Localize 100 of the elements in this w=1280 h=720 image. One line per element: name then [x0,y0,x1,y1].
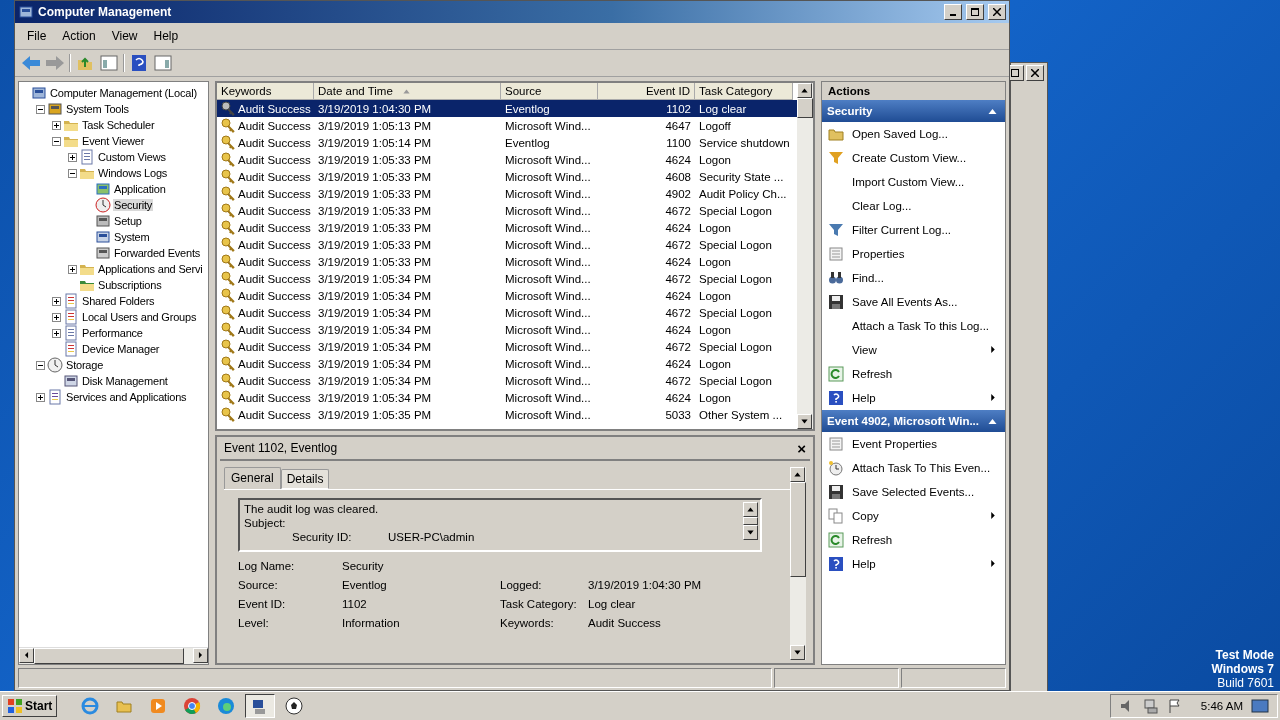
show-desktop-icon[interactable] [1251,698,1269,714]
event-row[interactable]: Audit Success 3/19/2019 1:05:33 PM Microsoft Wind... 4624 Logon [217,253,797,270]
clock[interactable]: 5:46 AM [1200,700,1243,712]
task-link[interactable]: Help [822,552,1005,576]
event-row[interactable]: Audit Success 3/19/2019 1:05:34 PM Microsoft Wind... 4624 Logon [217,389,797,406]
task-link[interactable]: Help [822,386,1005,410]
tree-item[interactable]: Storage [65,359,105,371]
event-row[interactable]: Audit Success 3/19/2019 1:05:34 PM Microsoft Wind... 4672 Special Logon [217,338,797,355]
scroll-arrow-button[interactable] [743,525,758,540]
task-link[interactable]: Refresh [822,528,1005,552]
scroll-arrow-button[interactable] [797,83,812,98]
column-header[interactable]: Keywords [217,83,314,100]
minimize-button[interactable] [944,4,962,20]
task-link[interactable]: Properties [822,242,1005,266]
tree-item[interactable]: Forwarded Events [113,247,202,259]
task-link[interactable]: Open Saved Log... [822,122,1005,146]
event-row[interactable]: Audit Success 3/19/2019 1:05:33 PM Microsoft Wind... 4608 Security State ... [217,168,797,185]
expand-toggle[interactable] [36,392,45,402]
scroll-arrow-button[interactable] [797,414,812,429]
tree-item[interactable]: Disk Management [81,375,169,387]
menu-item[interactable]: File [21,27,53,45]
expand-toggle[interactable] [52,296,61,306]
expand-toggle[interactable] [68,264,77,274]
tree-item[interactable]: Application [113,183,167,195]
collapse-toggle[interactable] [36,360,45,370]
tree-item[interactable]: Computer Management (Local) [49,87,198,99]
expand-toggle[interactable] [52,328,61,338]
tree-item[interactable]: System Tools [65,103,130,115]
event-row[interactable]: Audit Success 3/19/2019 1:05:33 PM Microsoft Wind... 4624 Logon [217,151,797,168]
event-row[interactable]: Audit Success 3/19/2019 1:05:33 PM Microsoft Wind... 4672 Special Logon [217,202,797,219]
message-box[interactable]: The audit log was cleared. Subject: Security ID: USER-PC\admin [238,498,762,552]
expand-toggle[interactable] [52,120,61,130]
event-row[interactable]: Audit Success 3/19/2019 1:05:33 PM Microsoft Wind... 4624 Logon [217,219,797,236]
column-header[interactable]: Task Category [695,83,793,100]
tree-item[interactable]: Task Scheduler [81,119,156,131]
network-icon[interactable] [1142,698,1159,714]
scrollbar-thumb[interactable] [790,482,806,577]
task-link[interactable]: Attach a Task To this Log... [822,314,1005,338]
event-row[interactable]: Audit Success 3/19/2019 1:04:30 PM Eventlog 1102 Log clear [217,100,797,117]
flag-icon[interactable] [1166,698,1183,714]
task-link[interactable]: Clear Log... [822,194,1005,218]
task-link[interactable]: Copy [822,504,1005,528]
event-row[interactable]: Audit Success 3/19/2019 1:05:34 PM Microsoft Wind... 4624 Logon [217,355,797,372]
event-row[interactable]: Audit Success 3/19/2019 1:05:34 PM Microsoft Wind... 4624 Logon [217,287,797,304]
tree-item[interactable]: Performance [81,327,144,339]
scroll-arrow-button[interactable] [790,467,805,482]
task-link[interactable]: Refresh [822,362,1005,386]
task-link[interactable]: Save Selected Events... [822,480,1005,504]
expand-toggle[interactable] [52,312,61,322]
collapse-toggle[interactable] [52,136,61,146]
maximize-button[interactable] [966,4,984,20]
menu-item[interactable]: Action [56,27,102,45]
event-row[interactable]: Audit Success 3/19/2019 1:05:33 PM Microsoft Wind... 4902 Audit Policy Ch... [217,185,797,202]
collapse-toggle[interactable] [36,104,45,114]
event-row[interactable]: Audit Success 3/19/2019 1:05:34 PM Microsoft Wind... 4672 Special Logon [217,372,797,389]
horizontal-scrollbar[interactable] [19,647,208,664]
event-row[interactable]: Audit Success 3/19/2019 1:05:35 PM Microsoft Wind... 5033 Other System ... [217,406,797,423]
tab[interactable]: General [224,467,281,489]
scroll-arrow-button[interactable] [743,502,758,517]
scrollbar-thumb[interactable] [34,648,184,664]
tree-item[interactable]: Device Manager [81,343,161,355]
section-header[interactable]: Security [822,100,1005,122]
vertical-scrollbar[interactable] [797,83,813,429]
tree-item[interactable]: Subscriptions [97,279,163,291]
task-link[interactable]: Filter Current Log... [822,218,1005,242]
vertical-scrollbar[interactable] [790,467,806,660]
task-link[interactable]: Save All Events As... [822,290,1005,314]
start-button[interactable]: Start [2,695,58,717]
tree-item[interactable]: Services and Applications [65,391,188,403]
close-button[interactable] [1026,65,1044,81]
tree-item[interactable]: Event Viewer [81,135,146,147]
expand-toggle[interactable] [68,152,77,162]
panel-toggle-button[interactable] [99,53,119,73]
close-button[interactable] [988,4,1006,20]
scrollbar-thumb[interactable] [797,98,813,118]
tree-item[interactable]: Custom Views [97,151,167,163]
scroll-arrow-button[interactable] [790,645,805,660]
column-header[interactable]: Source [501,83,598,100]
tree-item[interactable]: Setup [113,215,143,227]
task-link[interactable]: Create Custom View... [822,146,1005,170]
section-header[interactable]: Event 4902, Microsoft Win... [822,410,1005,432]
collapse-toggle[interactable] [68,168,77,178]
task-link[interactable]: View [822,338,1005,362]
task-link[interactable]: Attach Task To This Even... [822,456,1005,480]
tree-item[interactable]: Windows Logs [97,167,169,179]
menu-item[interactable]: View [105,27,144,45]
tree-item[interactable]: Security [113,199,154,211]
event-row[interactable]: Audit Success 3/19/2019 1:05:34 PM Microsoft Wind... 4672 Special Logon [217,270,797,287]
event-row[interactable]: Audit Success 3/19/2019 1:05:34 PM Microsoft Wind... 4672 Special Logon [217,304,797,321]
tree-item[interactable]: Applications and Servi [97,263,204,275]
event-row[interactable]: Audit Success 3/19/2019 1:05:33 PM Microsoft Wind... 4672 Special Logon [217,236,797,253]
scroll-arrow-button[interactable] [19,648,34,663]
event-row[interactable]: Audit Success 3/19/2019 1:05:34 PM Microsoft Wind... 4624 Logon [217,321,797,338]
close-button[interactable]: × [797,439,806,457]
column-header[interactable]: Date and Time [314,83,501,100]
menu-item[interactable]: Help [147,27,185,45]
task-link[interactable]: Event Properties [822,432,1005,456]
event-row[interactable]: Audit Success 3/19/2019 1:05:13 PM Microsoft Wind... 4647 Logoff [217,117,797,134]
column-header[interactable]: Event ID [598,83,695,100]
scroll-arrow-button[interactable] [193,648,208,663]
